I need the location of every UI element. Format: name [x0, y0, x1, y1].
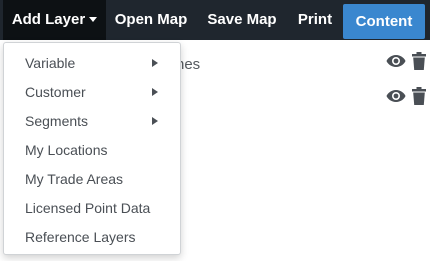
layer-row-actions	[370, 52, 430, 74]
eye-icon[interactable]	[386, 54, 406, 73]
caret-down-icon	[89, 16, 98, 22]
menu-item-label: Customer	[25, 84, 86, 100]
menu-item-variable[interactable]: Variable	[4, 49, 180, 78]
trash-icon[interactable]	[412, 52, 426, 75]
print-button[interactable]: Print	[289, 0, 341, 40]
top-navbar: Add Layer Open Map Save Map Print Conten…	[0, 0, 430, 40]
caret-right-icon	[152, 59, 158, 67]
caret-right-icon	[152, 88, 158, 96]
menu-item-reference-layers[interactable]: Reference Layers	[4, 223, 180, 252]
menu-item-my-trade-areas[interactable]: My Trade Areas	[4, 165, 180, 194]
add-layer-label: Add Layer	[11, 11, 86, 28]
menu-item-label: Licensed Point Data	[25, 200, 151, 216]
save-map-button[interactable]: Save Map	[199, 0, 285, 40]
menu-item-label: My Locations	[25, 142, 108, 158]
caret-right-icon	[152, 117, 158, 125]
menu-item-label: Segments	[25, 113, 89, 129]
trash-icon[interactable]	[412, 87, 426, 110]
menu-item-licensed-point-data[interactable]: Licensed Point Data	[4, 194, 180, 223]
menu-item-my-locations[interactable]: My Locations	[4, 136, 180, 165]
add-layer-button[interactable]: Add Layer	[3, 0, 106, 40]
menu-item-label: Reference Layers	[25, 229, 136, 245]
open-map-button[interactable]: Open Map	[106, 0, 196, 40]
menu-item-label: Variable	[25, 55, 76, 71]
add-layer-dropdown-menu: Variable Customer Segments My Locations …	[3, 42, 181, 255]
layer-row-actions	[370, 87, 430, 109]
menu-item-segments[interactable]: Segments	[4, 107, 180, 136]
menu-item-label: My Trade Areas	[25, 171, 124, 187]
eye-icon[interactable]	[386, 89, 406, 108]
content-button[interactable]: Content	[343, 4, 425, 39]
menu-item-customer[interactable]: Customer	[4, 78, 180, 107]
